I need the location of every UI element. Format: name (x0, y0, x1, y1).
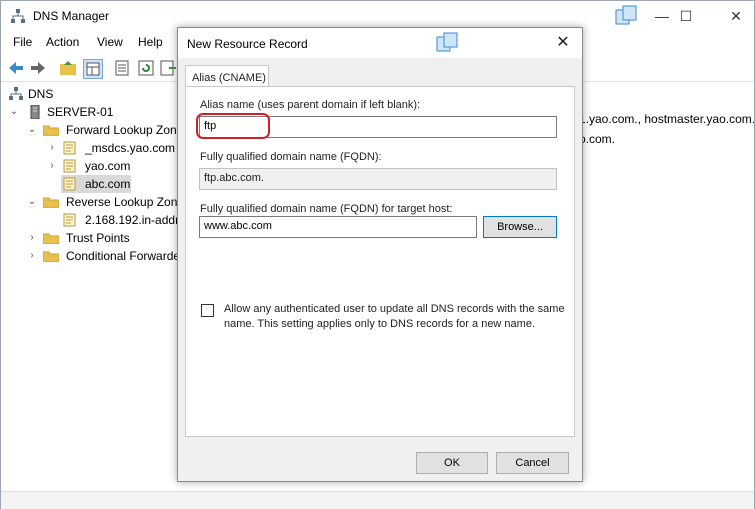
window-title: DNS Manager (33, 9, 110, 23)
chevron-down-icon[interactable]: ⌄ (9, 103, 19, 121)
target-host-input[interactable]: www.abc.com (199, 216, 477, 238)
tree-label: DNS (28, 87, 54, 101)
checkbox-label-line1: Allow any authenticated user to update a… (224, 303, 565, 315)
dialog-close-button[interactable]: ✕ (548, 28, 578, 58)
chevron-right-icon[interactable]: › (47, 139, 57, 157)
folder-icon (43, 233, 59, 244)
restore-snap-icon (615, 5, 637, 25)
tree-label: Forward Lookup Zone (66, 123, 184, 137)
tree-label: Conditional Forwarde (66, 249, 181, 263)
tab-alias-cname[interactable]: Alias (CNAME) (185, 65, 269, 87)
close-button[interactable]: ✕ (719, 1, 753, 31)
zone-file-icon (63, 141, 76, 155)
ok-button[interactable]: OK (416, 452, 488, 474)
tree-label: 2.168.192.in-addr. (85, 213, 182, 227)
menu-action[interactable]: Action (46, 35, 79, 49)
alias-name-label: Alias name (uses parent domain if left b… (200, 99, 421, 111)
fqdn-label: Fully qualified domain name (FQDN): (200, 151, 382, 163)
dialog-title-bar: New Resource Record ✕ (178, 28, 582, 58)
folder-icon (43, 197, 59, 208)
record-data-text: 1.yao.com., hostmaster.yao.com. (579, 112, 755, 126)
fqdn-field: ftp.abc.com. (199, 168, 557, 190)
chevron-right-icon[interactable]: › (47, 157, 57, 175)
refresh-icon[interactable] (137, 59, 155, 77)
tree-label: Trust Points (66, 231, 130, 245)
tree-item-zone-selected[interactable]: abc.com (61, 175, 131, 193)
details-pane: 1.yao.com., hostmaster.yao.com. o.com. (579, 112, 755, 146)
dns-node-icon (9, 87, 23, 100)
new-resource-record-dialog: New Resource Record ✕ Alias (CNAME) Alia… (177, 27, 583, 482)
folder-icon (43, 251, 59, 262)
folder-icon (43, 125, 59, 136)
chevron-right-icon[interactable]: › (27, 247, 37, 265)
allow-update-checkbox[interactable] (201, 304, 214, 317)
dns-app-icon (11, 9, 25, 23)
menu-view[interactable]: View (97, 35, 123, 49)
tree-label: Reverse Lookup Zone (66, 195, 185, 209)
maximize-button[interactable]: ☐ (669, 1, 703, 31)
show-hide-tree-icon[interactable] (83, 59, 103, 79)
checkbox-label-line2: name. This setting applies only to DNS r… (224, 318, 536, 330)
up-folder-icon[interactable] (59, 59, 77, 77)
forward-arrow-icon[interactable] (29, 59, 47, 77)
menu-file[interactable]: File (13, 35, 32, 49)
zone-file-icon (63, 213, 76, 227)
chevron-down-icon[interactable]: ⌄ (27, 193, 37, 211)
record-panel: Alias name (uses parent domain if left b… (185, 86, 575, 437)
tree-label: _msdcs.yao.com (85, 141, 176, 155)
status-bar (1, 491, 754, 509)
back-arrow-icon[interactable] (7, 59, 25, 77)
tree-label: SERVER-01 (47, 105, 114, 119)
chevron-down-icon[interactable]: ⌄ (27, 121, 37, 139)
restore-snap-icon (436, 32, 458, 52)
highlight-annotation (196, 113, 270, 139)
browse-button[interactable]: Browse... (483, 216, 557, 238)
record-data-text: o.com. (579, 132, 616, 146)
zone-file-icon (63, 177, 76, 191)
chevron-right-icon[interactable]: › (27, 229, 37, 247)
properties-icon[interactable] (113, 59, 131, 77)
zone-file-icon (63, 159, 76, 173)
tab-label: Alias (CNAME) (192, 72, 266, 84)
menu-help[interactable]: Help (138, 35, 163, 49)
cancel-button[interactable]: Cancel (496, 452, 569, 474)
tree-label: abc.com (85, 177, 131, 191)
server-icon (30, 105, 40, 119)
target-host-label: Fully qualified domain name (FQDN) for t… (200, 203, 453, 215)
export-list-icon[interactable] (159, 59, 177, 77)
dialog-title: New Resource Record (187, 37, 308, 51)
tree-label: yao.com (85, 159, 131, 173)
